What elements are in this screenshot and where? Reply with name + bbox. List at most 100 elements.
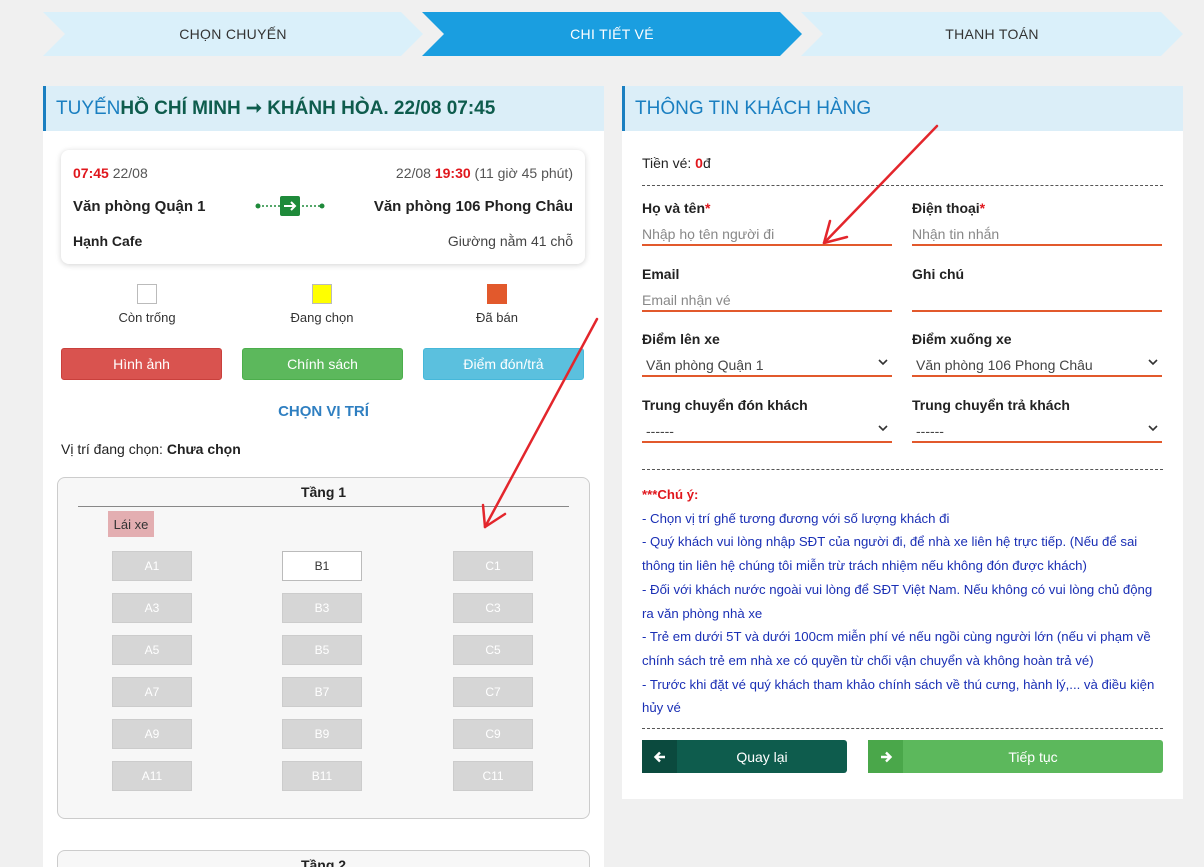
arrival-date: 22/08 (395, 165, 435, 181)
divider (642, 185, 1163, 186)
bus-route-icon (255, 196, 325, 216)
seat-b9[interactable]: B9 (282, 719, 362, 749)
transfer-pickup-value: ------ (646, 423, 674, 439)
destination-station: Văn phòng 106 Phong Châu (373, 198, 573, 215)
seat-c11[interactable]: C11 (453, 761, 533, 791)
back-button[interactable]: Quay lại (642, 740, 847, 773)
pickup-point-field: Điểm lên xe Văn phòng Quận 1 (642, 331, 892, 377)
note-field: Ghi chú (912, 266, 1162, 312)
choose-seat-title: CHỌN VỊ TRÍ (278, 403, 369, 420)
seat-a1[interactable]: A1 (112, 551, 192, 581)
legend-sold: Đã bán (437, 284, 557, 325)
seat-map-floor-2: Tầng 2 (57, 850, 590, 867)
name-input[interactable]: Nhập họ tên người đi (642, 220, 892, 246)
legend-selecting: Đang chọn (262, 284, 382, 325)
seat-b1[interactable]: B1 (282, 551, 362, 581)
seat-a7[interactable]: A7 (112, 677, 192, 707)
arrow-left-icon (642, 740, 677, 773)
name-label: Họ và tên* (642, 200, 711, 216)
note-label: Ghi chú (912, 266, 965, 282)
seat-a3[interactable]: A3 (112, 593, 192, 623)
dropoff-point-select[interactable]: Văn phòng 106 Phong Châu (912, 351, 1162, 377)
transfer-pickup-select[interactable]: ------ (642, 417, 892, 443)
note-line: - Chọn vị trí ghế tương đương với số lượ… (642, 510, 950, 526)
arrival-hour: 19:30 (434, 165, 471, 181)
customer-header: THÔNG TIN KHÁCH HÀNG (622, 86, 1183, 131)
customer-panel: THÔNG TIN KHÁCH HÀNG Tiền vé: 0đ Họ và t… (622, 86, 1183, 799)
note-input[interactable] (912, 286, 1162, 312)
trip-header-datetime: . 22/08 07:45 (383, 97, 496, 119)
trip-header: TUYẾN HỒ CHÍ MINH ➞ KHÁNH HÒA . 22/08 07… (43, 86, 604, 131)
divider (642, 728, 1163, 729)
chevron-down-icon (1148, 425, 1158, 432)
transfer-dropoff-select[interactable]: ------ (912, 417, 1162, 443)
seat-a11[interactable]: A11 (112, 761, 192, 791)
seat-b3[interactable]: B3 (282, 593, 362, 623)
fare: Tiền vé: 0đ (642, 155, 711, 171)
step-ticket-details[interactable]: CHI TIẾT VÉ (422, 12, 802, 56)
seat-c9[interactable]: C9 (453, 719, 533, 749)
departure-time: 07:45 22/08 (73, 165, 148, 181)
dropoff-point-label: Điểm xuống xe (912, 331, 1012, 347)
note-line: - Quý khách vui lòng nhập SĐT của người … (642, 534, 1138, 574)
pickup-point-select[interactable]: Văn phòng Quận 1 (642, 351, 892, 377)
departure-hour: 07:45 (73, 165, 109, 181)
seat-a9[interactable]: A9 (112, 719, 192, 749)
selected-seat-info: Vị trí đang chọn: Chưa chọn (61, 441, 241, 457)
transfer-dropoff-value: ------ (916, 423, 944, 439)
legend-swatch (312, 284, 332, 304)
note-line: - Trước khi đặt vé quý khách tham khảo c… (642, 676, 1155, 716)
bus-operator: Hạnh Cafe (73, 233, 143, 249)
floor-title: Tầng 2 (300, 857, 347, 867)
seat-c7[interactable]: C7 (453, 677, 533, 707)
chevron-down-icon (878, 359, 888, 366)
next-button[interactable]: Tiếp tục (868, 740, 1163, 773)
step-payment[interactable]: THANH TOÁN (801, 12, 1183, 56)
email-label: Email (642, 266, 680, 282)
seat-b11[interactable]: B11 (282, 761, 362, 791)
arrow-right-icon (868, 740, 903, 773)
images-button[interactable]: Hình ảnh (61, 348, 222, 380)
chevron-down-icon (878, 425, 888, 432)
seat-c1[interactable]: C1 (453, 551, 533, 581)
floor-title: Tầng 1 (78, 478, 569, 507)
dropoff-point-field: Điểm xuống xe Văn phòng 106 Phong Châu (912, 331, 1162, 377)
progress-steps: CHỌN CHUYẾN CHI TIẾT VÉ THANH TOÁN (43, 12, 1183, 56)
seat-c5[interactable]: C5 (453, 635, 533, 665)
transfer-dropoff-field: Trung chuyển trả khách ------ (912, 397, 1162, 443)
driver-seat: Lái xe (108, 511, 154, 537)
back-label: Quay lại (736, 748, 788, 765)
fare-value: 0 (695, 155, 703, 171)
chevron-down-icon (1148, 359, 1158, 366)
selected-seat-value: Chưa chọn (166, 441, 241, 457)
phone-field: Điện thoại* Nhận tin nhắn (912, 200, 1162, 246)
selected-seat-label: Vị trí đang chọn: (61, 441, 167, 457)
seat-b5[interactable]: B5 (282, 635, 362, 665)
trip-header-prefix: TUYẾN (56, 97, 121, 119)
seat-map-floor-1: Tầng 1 Lái xe A1 B1 C1 A3 B3 C3 A5 B5 C5 A7 B7 C7 A9… (57, 477, 590, 819)
policy-button[interactable]: Chính sách (242, 348, 403, 380)
step-label: THANH TOÁN (945, 26, 1039, 42)
notes: ***Chú ý: - Chọn vị trí ghế tương đương … (642, 483, 1163, 720)
step-choose-trip[interactable]: CHỌN CHUYẾN (43, 12, 423, 56)
phone-input[interactable]: Nhận tin nhắn (912, 220, 1162, 246)
dropoff-point-value: Văn phòng 106 Phong Châu (916, 357, 1093, 373)
seat-b7[interactable]: B7 (282, 677, 362, 707)
step-label: CHỌN CHUYẾN (179, 26, 287, 42)
seat-c3[interactable]: C3 (453, 593, 533, 623)
trip-duration: (11 giờ 45 phút) (470, 165, 573, 181)
pickup-dropoff-button[interactable]: Điểm đón/trả (423, 348, 584, 380)
origin-station: Văn phòng Quận 1 (73, 198, 206, 215)
email-input[interactable]: Email nhận vé (642, 286, 892, 312)
note-line: - Đối với khách nước ngoài vui lòng để S… (642, 581, 1153, 621)
email-field: Email Email nhận vé (642, 266, 892, 312)
divider (642, 469, 1163, 470)
transfer-pickup-field: Trung chuyển đón khách ------ (642, 397, 892, 443)
legend-swatch (487, 284, 507, 304)
transfer-dropoff-label: Trung chuyển trả khách (912, 397, 1070, 413)
legend-label: Đang chọn (290, 310, 354, 325)
pickup-point-value: Văn phòng Quận 1 (646, 357, 764, 373)
seat-a5[interactable]: A5 (112, 635, 192, 665)
departure-date: 22/08 (108, 165, 148, 181)
pickup-point-label: Điểm lên xe (642, 331, 720, 347)
